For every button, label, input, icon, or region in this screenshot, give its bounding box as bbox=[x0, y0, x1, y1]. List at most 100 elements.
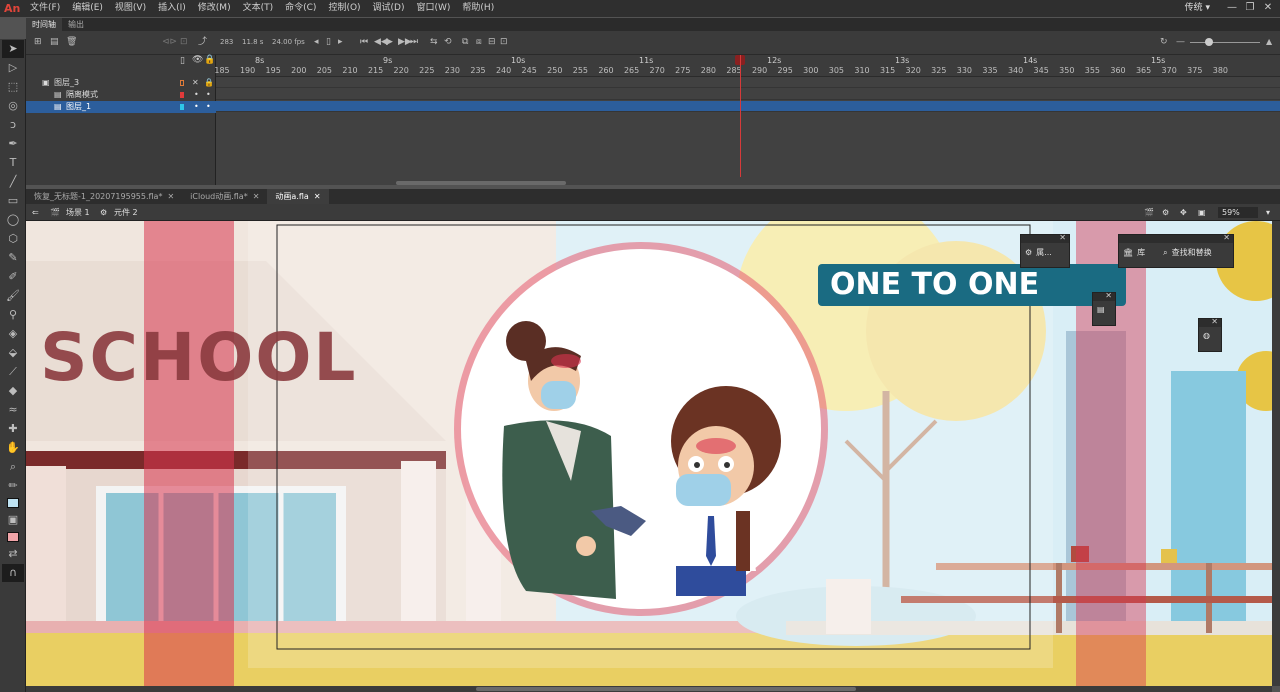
menu-file[interactable]: 文件(F) bbox=[24, 0, 66, 17]
center-frame-icon[interactable]: ⟲ bbox=[444, 36, 452, 48]
eyedropper-tool-icon[interactable]: ⟋ bbox=[2, 363, 24, 381]
selection-tool-icon[interactable]: ➤ bbox=[2, 40, 24, 58]
lock-icon[interactable]: 🔒 bbox=[204, 55, 215, 65]
close-icon[interactable]: ✕ bbox=[253, 189, 260, 204]
snap-to-object-icon[interactable]: ✥ bbox=[1180, 207, 1187, 218]
outline-column-icon[interactable]: ▯ bbox=[180, 56, 185, 66]
menu-help[interactable]: 帮助(H) bbox=[456, 0, 500, 17]
minimize-icon[interactable]: — bbox=[1226, 2, 1238, 14]
panel-titlebar[interactable]: ✕ bbox=[1119, 233, 1233, 243]
playhead-line[interactable] bbox=[740, 55, 741, 177]
width-tool-icon[interactable]: ≈ bbox=[2, 401, 24, 419]
frame-row-selected[interactable] bbox=[216, 101, 1280, 112]
pen-tool-icon[interactable]: ✒ bbox=[2, 135, 24, 153]
layer-color-outline[interactable] bbox=[180, 104, 184, 110]
paint-bucket-tool-icon[interactable]: ◈ bbox=[2, 325, 24, 343]
elapsed-time[interactable]: 11.8 s bbox=[242, 36, 263, 48]
bone-tool-icon[interactable]: ⚲ bbox=[2, 306, 24, 324]
frame-zoom-slider[interactable] bbox=[1190, 42, 1260, 43]
show-parenting-icon[interactable]: ⊲⊳ bbox=[162, 36, 177, 48]
frame-rate[interactable]: 24.00 fps bbox=[272, 36, 305, 48]
menu-insert[interactable]: 插入(I) bbox=[152, 0, 192, 17]
layer-row-selected[interactable]: ▤ 图层_1 • • bbox=[26, 101, 216, 113]
zoom-dropdown[interactable]: 59% bbox=[1218, 207, 1258, 218]
current-frame[interactable]: 283 bbox=[220, 36, 233, 48]
step-back-icon[interactable]: ◂ bbox=[314, 36, 319, 48]
close-icon[interactable]: ✕ bbox=[1211, 317, 1218, 326]
clip-content-icon[interactable]: ▣ bbox=[1198, 207, 1206, 218]
3d-rotation-tool-icon[interactable]: ◎ bbox=[2, 97, 24, 115]
panel-titlebar[interactable]: ✕ bbox=[1093, 291, 1115, 301]
hidden-x-icon[interactable]: ✕ bbox=[192, 77, 199, 89]
last-frame-icon[interactable]: ⏭ bbox=[410, 36, 418, 48]
close-icon[interactable]: ✕ bbox=[1223, 233, 1230, 242]
loop-icon[interactable]: ⇆ bbox=[430, 36, 438, 48]
align-mini-panel[interactable]: ✕ ▤ bbox=[1092, 291, 1116, 326]
panel-titlebar[interactable]: ✕ bbox=[1199, 317, 1221, 327]
pin-tool-icon[interactable]: ✚ bbox=[2, 420, 24, 438]
frame-ruler[interactable]: 8s 9s 10s 11s 12s 13s 14s 15s 185 190 195 2… bbox=[214, 55, 1280, 77]
onion-skin-icon[interactable]: ⧉ bbox=[462, 36, 468, 48]
menu-text[interactable]: 文本(T) bbox=[237, 0, 280, 17]
timeline-scrollbar[interactable] bbox=[396, 181, 566, 185]
maximize-icon[interactable]: ❐ bbox=[1244, 2, 1256, 14]
layer-color-outline[interactable] bbox=[180, 80, 184, 86]
layer-row-folder[interactable]: ▣ 图层_3 ✕ 🔒 bbox=[26, 77, 216, 89]
visibility-dot[interactable]: • bbox=[194, 89, 199, 101]
brush-tool-icon[interactable]: 🖌 bbox=[2, 287, 24, 305]
zoom-out-frames-icon[interactable]: — bbox=[1176, 36, 1185, 48]
text-tool-icon[interactable]: T bbox=[2, 154, 24, 172]
rectangle-tool-icon[interactable]: ▭ bbox=[2, 192, 24, 210]
frame-marker-icon[interactable]: ▯ bbox=[326, 36, 331, 48]
menu-window[interactable]: 窗口(W) bbox=[411, 0, 457, 17]
tab-timeline[interactable]: 时间轴 bbox=[26, 18, 62, 31]
properties-mini-panel[interactable]: ✕ ⚙ 属... bbox=[1020, 233, 1070, 268]
edit-multiple-icon[interactable]: ⊟ bbox=[488, 36, 496, 48]
pencil-tool-icon[interactable]: ✎ bbox=[2, 249, 24, 267]
doc-tab[interactable]: iCloud动画.fla* ✕ bbox=[182, 189, 267, 204]
close-icon[interactable]: ✕ bbox=[1059, 233, 1066, 242]
eye-icon[interactable]: 👁 bbox=[192, 55, 203, 65]
frame-zoom-handle[interactable] bbox=[1205, 38, 1213, 46]
scroll-thumb[interactable] bbox=[476, 687, 856, 691]
frame-grid[interactable]: 8s 9s 10s 11s 12s 13s 14s 15s 185 190 195 2… bbox=[214, 55, 1280, 185]
stage-canvas[interactable]: SCHOOL ONE TO ONE ✕ ⚙ 属... ✕ 🏛 库 ⌕ 查找和替换… bbox=[26, 221, 1272, 686]
fill-color-icon[interactable]: ▣ bbox=[2, 511, 24, 529]
subselection-tool-icon[interactable]: ▷ bbox=[2, 59, 24, 77]
tab-output[interactable]: 输出 bbox=[62, 18, 90, 31]
line-tool-icon[interactable]: ╱ bbox=[2, 173, 24, 191]
lasso-tool-icon[interactable]: ↄ bbox=[2, 116, 24, 134]
close-icon[interactable]: ✕ bbox=[1262, 2, 1274, 14]
library-label[interactable]: 库 bbox=[1137, 247, 1145, 258]
fill-color-swatch[interactable] bbox=[7, 532, 19, 542]
back-arrow-icon[interactable]: ⇐ bbox=[32, 207, 39, 218]
edit-symbol-icon[interactable]: ⚙ bbox=[1162, 207, 1169, 218]
ink-bottle-tool-icon[interactable]: ⬙ bbox=[2, 344, 24, 362]
symbol-breadcrumb[interactable]: 元件 2 bbox=[114, 207, 138, 218]
edit-scene-icon[interactable]: 🎬 bbox=[1144, 207, 1154, 218]
menu-debug[interactable]: 调试(D) bbox=[367, 0, 411, 17]
oval-tool-icon[interactable]: ◯ bbox=[2, 211, 24, 229]
close-icon[interactable]: ✕ bbox=[314, 189, 321, 204]
lock-dot[interactable]: • bbox=[206, 89, 211, 101]
graph-icon[interactable]: ⤴ bbox=[198, 36, 207, 48]
lock-dot[interactable]: • bbox=[206, 101, 211, 113]
snap-magnet-icon[interactable]: ∩ bbox=[2, 564, 24, 582]
stage-vertical-scrollbar[interactable] bbox=[1272, 221, 1280, 686]
eraser-tool-icon[interactable]: ◆ bbox=[2, 382, 24, 400]
hand-tool-icon[interactable]: ✋ bbox=[2, 439, 24, 457]
onion-outline-icon[interactable]: ⧈ bbox=[476, 36, 482, 48]
stage-horizontal-scrollbar[interactable] bbox=[26, 686, 1272, 692]
menu-modify[interactable]: 修改(M) bbox=[192, 0, 237, 17]
menu-edit[interactable]: 编辑(E) bbox=[66, 0, 109, 17]
zoom-tool-icon[interactable]: ⌕ bbox=[2, 458, 24, 476]
new-layer-icon[interactable]: ⊞ bbox=[34, 36, 42, 48]
doc-tab-active[interactable]: 动画a.fla ✕ bbox=[267, 189, 329, 204]
delete-layer-icon[interactable]: 🗑 bbox=[66, 36, 77, 48]
frame-row[interactable] bbox=[216, 89, 1280, 100]
chevron-down-icon[interactable]: ▾ bbox=[1266, 207, 1270, 218]
menu-view[interactable]: 视图(V) bbox=[109, 0, 152, 17]
doc-tab[interactable]: 恢复_无标题-1_20207195955.fla* ✕ bbox=[26, 189, 182, 204]
scene-breadcrumb[interactable]: 场景 1 bbox=[66, 207, 90, 218]
rewind-view-icon[interactable]: ↻ bbox=[1160, 36, 1168, 48]
